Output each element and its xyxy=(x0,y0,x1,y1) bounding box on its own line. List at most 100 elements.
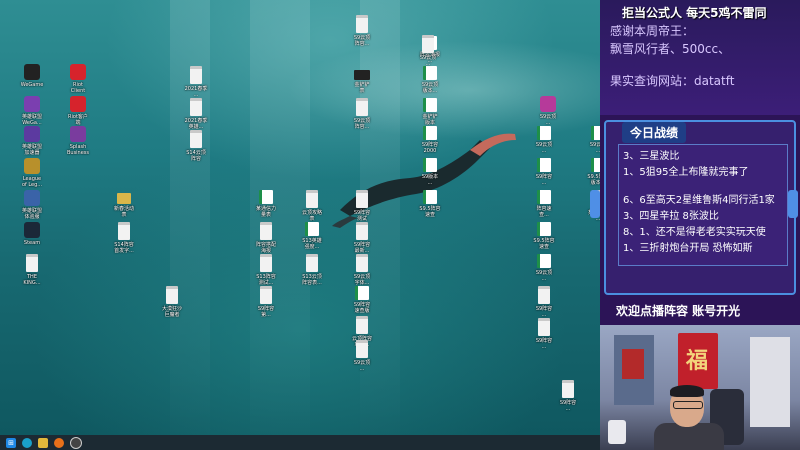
desktop: WeGame Riot Client 英雄联盟 WeGa... Riot客户 端英雄联… xyxy=(0,0,600,435)
spreadsheet-icon xyxy=(423,66,437,80)
desktop-icon[interactable]: Riot Client xyxy=(50,64,106,94)
desktop-icon[interactable]: 云顶攻略 表 xyxy=(284,190,340,222)
desktop-icon[interactable]: THE KING... xyxy=(4,254,60,286)
record-line: 1、5狙95全上布隆就完事了 xyxy=(623,167,749,178)
desktop-icon[interactable]: S9云顶 ... xyxy=(516,126,572,154)
desktop-icon[interactable]: S13云顶 阵容表... xyxy=(284,254,340,286)
spreadsheet-icon xyxy=(423,98,437,112)
document-icon xyxy=(166,286,178,304)
desktop-icon[interactable]: S14云顶 阵容 xyxy=(168,130,224,162)
desktop-icon[interactable]: 大漠狂沙 巨魔者 xyxy=(144,286,200,318)
desktop-icon[interactable]: S9云顶 ... xyxy=(520,96,576,126)
spreadsheet-icon xyxy=(423,126,437,140)
desktop-icon-label: 2021春季 ... xyxy=(184,86,208,98)
desktop-icon-label: S9阵容 最新... xyxy=(353,242,371,254)
desktop-icon-label: 大漠狂沙 巨魔者 xyxy=(161,306,182,318)
desktop-icon[interactable]: S9.5阵容 速查 xyxy=(516,222,572,250)
document-icon xyxy=(354,70,370,80)
document-icon xyxy=(356,15,368,33)
app-icon xyxy=(24,126,40,142)
cam-cup xyxy=(608,420,626,444)
desktop-icon-label: S13云顶 阵容表... xyxy=(302,274,322,286)
desktop-icon[interactable]: S9阵容 2000 xyxy=(402,126,458,154)
app-icon xyxy=(24,222,40,238)
desktop-icon-label: S9云顶 ... xyxy=(535,270,553,282)
desktop-icon[interactable]: S9云顶 字体... xyxy=(334,254,390,286)
desktop-icon-label: S9阵容 2000 xyxy=(421,142,439,154)
desktop-icon[interactable]: S13英雄 强度... xyxy=(284,222,340,250)
desktop-icon[interactable]: 新春活动 表 xyxy=(96,190,152,218)
overlay-line-3: 飘雪风行者、500cc、 xyxy=(610,42,731,56)
desktop-icon-label: 英雄联盟 体验服 xyxy=(21,208,42,220)
desktop-icon[interactable]: S9云顶 阵容... xyxy=(334,98,390,130)
desktop-icon[interactable]: League of Leg... xyxy=(4,158,60,188)
desktop-icon[interactable]: S9云顶 阵容... xyxy=(334,15,390,47)
desktop-icon[interactable]: 金铲铲 表 xyxy=(334,66,390,94)
desktop-icon-label: 阵容搭配 海报 xyxy=(255,242,276,254)
firefox-icon[interactable] xyxy=(54,437,64,448)
desktop-icon[interactable]: 英雄联盟 体验服 xyxy=(4,190,60,220)
desktop-icon[interactable]: Steam xyxy=(4,222,60,246)
folder-icon[interactable] xyxy=(38,437,48,448)
webcam-feed: 福 xyxy=(600,325,800,450)
desktop-icon[interactable]: S9版本 ... xyxy=(402,158,458,186)
desktop-icon[interactable]: 2021春季 ... xyxy=(168,66,224,98)
spreadsheet-icon xyxy=(537,190,551,204)
desktop-icon[interactable]: Splash Business xyxy=(50,126,106,156)
desktop-icon[interactable]: S9阵容 ... xyxy=(516,318,572,350)
desktop-icon[interactable]: S9云顶 版本... xyxy=(402,66,458,94)
desktop-icon-label: S9阵容 ... xyxy=(535,174,553,186)
desktop-icon[interactable]: S9阵容 ... xyxy=(516,286,572,318)
desktop-icon-label: S9云顶 ... xyxy=(419,55,437,67)
desktop-icon-label: S9云顶 版本... xyxy=(421,82,439,94)
record-line: 3、四星辛拉 8张波比 xyxy=(623,211,719,222)
desktop-icon-label: S9.5阵容 版本... xyxy=(587,174,600,186)
document-icon xyxy=(118,222,130,240)
edge-icon[interactable] xyxy=(22,437,32,448)
desktop-icon-label: S9云顶 ... xyxy=(539,114,557,126)
desktop-icon[interactable]: S9阵容 测试 xyxy=(334,190,390,222)
desktop-icon[interactable]: S9云顶 ... xyxy=(334,340,390,372)
desktop-icon[interactable]: S9.5阵容 版本... xyxy=(570,158,600,186)
document-icon xyxy=(306,254,318,272)
desktop-icon[interactable]: S9阵容 ... xyxy=(540,380,596,412)
desktop-icon-label: THE KING... xyxy=(23,274,41,286)
spreadsheet-icon xyxy=(305,222,319,236)
obs-icon[interactable] xyxy=(70,436,82,449)
desktop-icon-label: 英雄联盟 WeGa... xyxy=(21,114,42,126)
document-icon xyxy=(306,190,318,208)
document-icon xyxy=(190,98,202,116)
desktop-icon[interactable]: 阵容速 查... xyxy=(516,190,572,218)
app-icon xyxy=(70,96,86,112)
desktop-icon[interactable]: S14阵容 首发字... xyxy=(96,222,152,254)
desktop-icon[interactable]: Riot客户 端 xyxy=(50,96,106,126)
desktop-icon-label: 阵容速 查... xyxy=(536,206,552,218)
app-icon xyxy=(540,96,556,112)
desktop-icon[interactable]: S9云顶 ... xyxy=(400,35,456,67)
desktop-icon[interactable]: S9云顶 ... xyxy=(516,254,572,282)
start-icon[interactable]: ⊞ xyxy=(6,437,16,448)
app-icon xyxy=(24,158,40,174)
desktop-icon-label: 云顶攻略 表 xyxy=(301,210,322,222)
desktop-icon[interactable]: 2021春季 英雄... xyxy=(168,98,224,130)
cam-person-glasses xyxy=(673,401,703,409)
desktop-icon[interactable]: 金铲铲 版本 xyxy=(402,98,458,126)
desktop-icon[interactable]: S9阵容 ... xyxy=(516,158,572,186)
desktop-icon-label: S9云顶 ... xyxy=(589,142,600,154)
record-line: 1、三折射炮台开局 恐怖如斯 xyxy=(623,243,753,254)
app-icon xyxy=(24,96,40,112)
desktop-icon[interactable]: S9云顶 ... xyxy=(570,126,600,154)
document-icon xyxy=(190,66,202,84)
desktop-icon-label: 新春活动 表 xyxy=(113,206,134,218)
spreadsheet-icon xyxy=(355,286,369,300)
desktop-icon[interactable]: S9阵容 第... xyxy=(238,286,294,318)
app-icon xyxy=(70,64,86,80)
document-icon xyxy=(26,254,38,272)
desktop-icon[interactable]: S9.5阵容 速查 xyxy=(402,190,458,218)
desktop-icon[interactable]: S9阵容 最新... xyxy=(334,222,390,254)
record-title: 今日战绩 xyxy=(622,122,687,143)
desktop-icon[interactable]: S9阵容 速查版 xyxy=(334,286,390,314)
record-line: 8、1、还不是得老老实实玩天使 xyxy=(623,227,766,238)
document-icon xyxy=(356,222,368,240)
desktop-icon-label: S9.5阵容 速查 xyxy=(419,206,441,218)
